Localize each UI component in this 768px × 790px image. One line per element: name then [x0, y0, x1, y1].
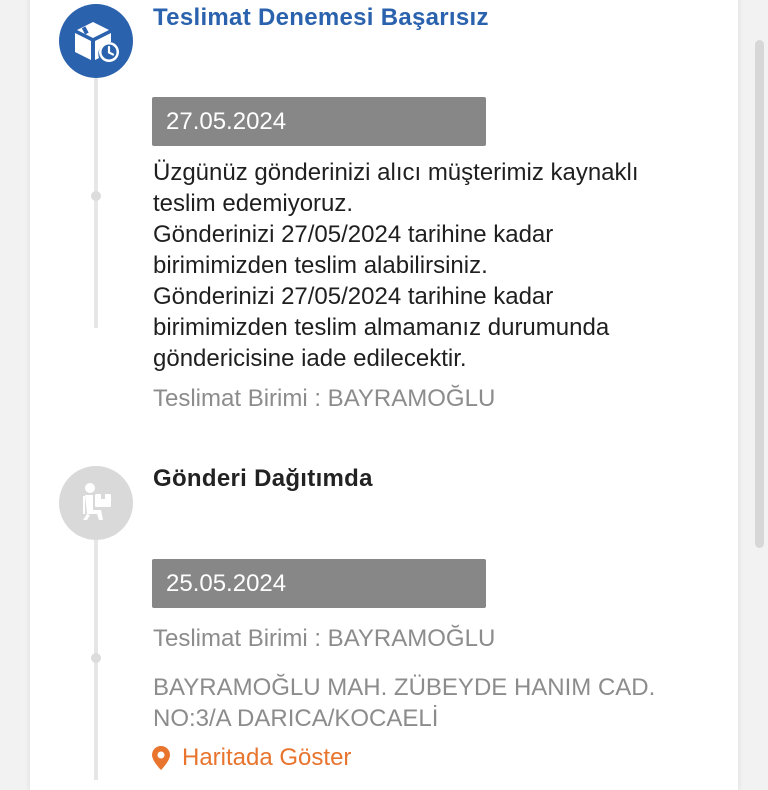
address-line: NO:3/A DARICA/KOCAELİ [153, 705, 439, 732]
delivery-address: BAYRAMOĞLU MAH. ZÜBEYDE HANIM CAD. NO:3/… [153, 672, 655, 734]
description-line: teslim edemiyoruz. [153, 190, 354, 217]
courier-icon [59, 466, 133, 540]
delivery-unit: Teslimat Birimi : BAYRAMOĞLU [153, 385, 496, 412]
description-line: Gönderinizi 27/05/2024 tarihine kadar [153, 283, 554, 310]
description-line: birimimizden teslim alabilirsiniz. [153, 252, 488, 279]
event-date: 25.05.2024 [152, 559, 486, 608]
event-date: 27.05.2024 [152, 97, 486, 146]
scrollbar[interactable] [755, 40, 764, 548]
address-line: BAYRAMOĞLU MAH. ZÜBEYDE HANIM CAD. [153, 674, 656, 701]
timeline-dot [91, 191, 101, 201]
delivery-box-clock-icon [59, 4, 133, 78]
event-title: Teslimat Denemesi Başarısız [153, 4, 489, 31]
event-title: Gönderi Dağıtımda [153, 465, 373, 492]
timeline-dot [91, 653, 101, 663]
description-line: Gönderinizi 27/05/2024 tarihine kadar [153, 221, 554, 248]
delivery-unit: Teslimat Birimi : BAYRAMOĞLU [153, 625, 496, 652]
description-line: Üzgünüz gönderinizi alıcı müşterimiz kay… [153, 159, 639, 186]
description-line: birimimizden teslim almamanız durumunda [153, 314, 610, 341]
location-pin-icon [152, 746, 170, 770]
event-description: Üzgünüz gönderinizi alıcı müşterimiz kay… [153, 157, 639, 374]
description-line: göndericisine iade edilecektir. [153, 345, 467, 372]
